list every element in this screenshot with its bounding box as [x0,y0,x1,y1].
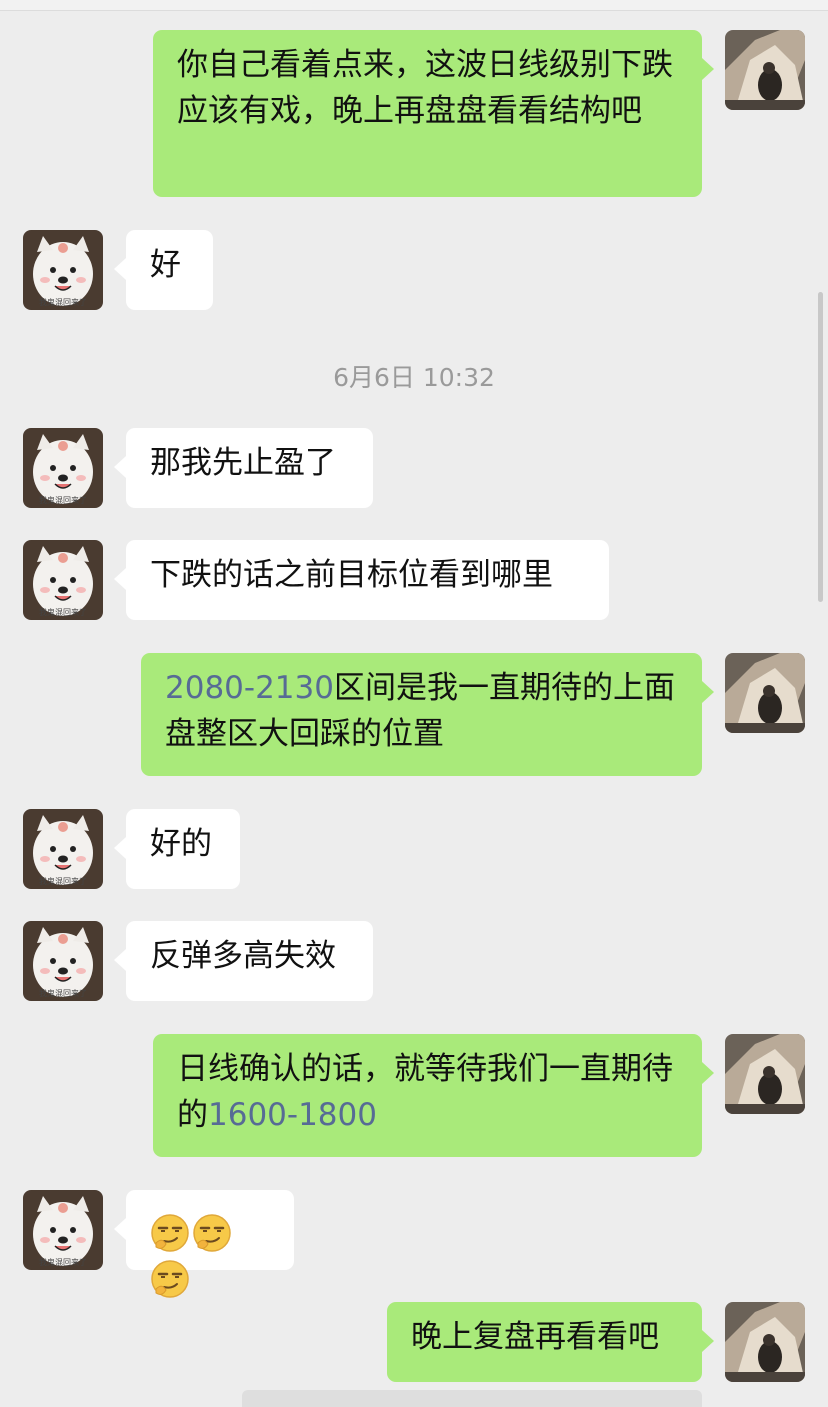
contact-avatar[interactable]: 我鬼混回来了 [23,809,103,889]
message-text: 好的 [150,826,212,862]
chat-timestamp: 6月6日 10:32 [333,363,495,392]
message-bubble-outgoing[interactable]: 日线确认的话，就等待我们一直期待的1600-1800 [153,1034,714,1157]
message-text: 你自己看着点来，这波日线级别下跌应该有戏，晚上再盘盘看看结构吧 [177,47,673,129]
message-text: 下跌的话之前目标位看到哪里 [150,557,553,593]
message-bubble-outgoing[interactable]: 你自己看着点来，这波日线级别下跌应该有戏，晚上再盘盘看看结构吧 [153,30,714,197]
self-avatar[interactable] [725,1034,805,1114]
contact-avatar[interactable]: 我鬼混回来了 [23,230,103,310]
self-avatar[interactable] [725,30,805,110]
price-range-link[interactable]: 1600-1800 [208,1097,377,1133]
message-bubble-outgoing[interactable]: 2080-2130区间是我一直期待的上面盘整区大回踩的位置 [141,653,714,776]
message-bubble-incoming[interactable]: 反弹多高失效 [114,921,373,1001]
avatar-caption: 我鬼混回来了 [39,607,87,617]
smirk-emoji [192,1213,232,1253]
scrollbar-thumb[interactable] [818,292,823,602]
smirk-emoji [150,1259,190,1299]
contact-avatar[interactable]: 我鬼混回来了 [23,540,103,620]
message-bubble-incoming[interactable] [114,1190,294,1298]
avatar-caption: 我鬼混回来了 [39,988,87,998]
message-bubble-incoming[interactable]: 好 [114,230,213,310]
message-text: 反弹多高失效 [150,938,336,974]
contact-avatar[interactable]: 我鬼混回来了 [23,1190,103,1270]
price-range-link[interactable]: 2080-2130 [165,670,334,706]
message-bubble-incoming[interactable]: 好的 [114,809,240,889]
avatar-caption: 我鬼混回来了 [39,1257,87,1267]
message-bubble-outgoing[interactable]: 晚上复盘再看看吧 [387,1302,714,1382]
avatar-caption: 我鬼混回来了 [39,876,87,886]
message-text: 那我先止盈了 [150,445,336,481]
self-avatar[interactable] [725,1302,805,1382]
self-avatar[interactable] [725,653,805,733]
top-bar-edge [0,0,828,11]
contact-avatar[interactable]: 我鬼混回来了 [23,921,103,1001]
message-bubble-incoming[interactable]: 那我先止盈了 [114,428,373,508]
message-text: 好 [150,247,181,283]
avatar-caption: 我鬼混回来了 [39,297,87,307]
avatar-caption: 我鬼混回来了 [39,495,87,505]
message-bubble-incoming[interactable]: 下跌的话之前目标位看到哪里 [114,540,609,620]
next-message-edge [242,1390,702,1407]
message-text: 晚上复盘再看看吧 [411,1319,659,1355]
contact-avatar[interactable]: 我鬼混回来了 [23,428,103,508]
smirk-emoji [150,1213,190,1253]
